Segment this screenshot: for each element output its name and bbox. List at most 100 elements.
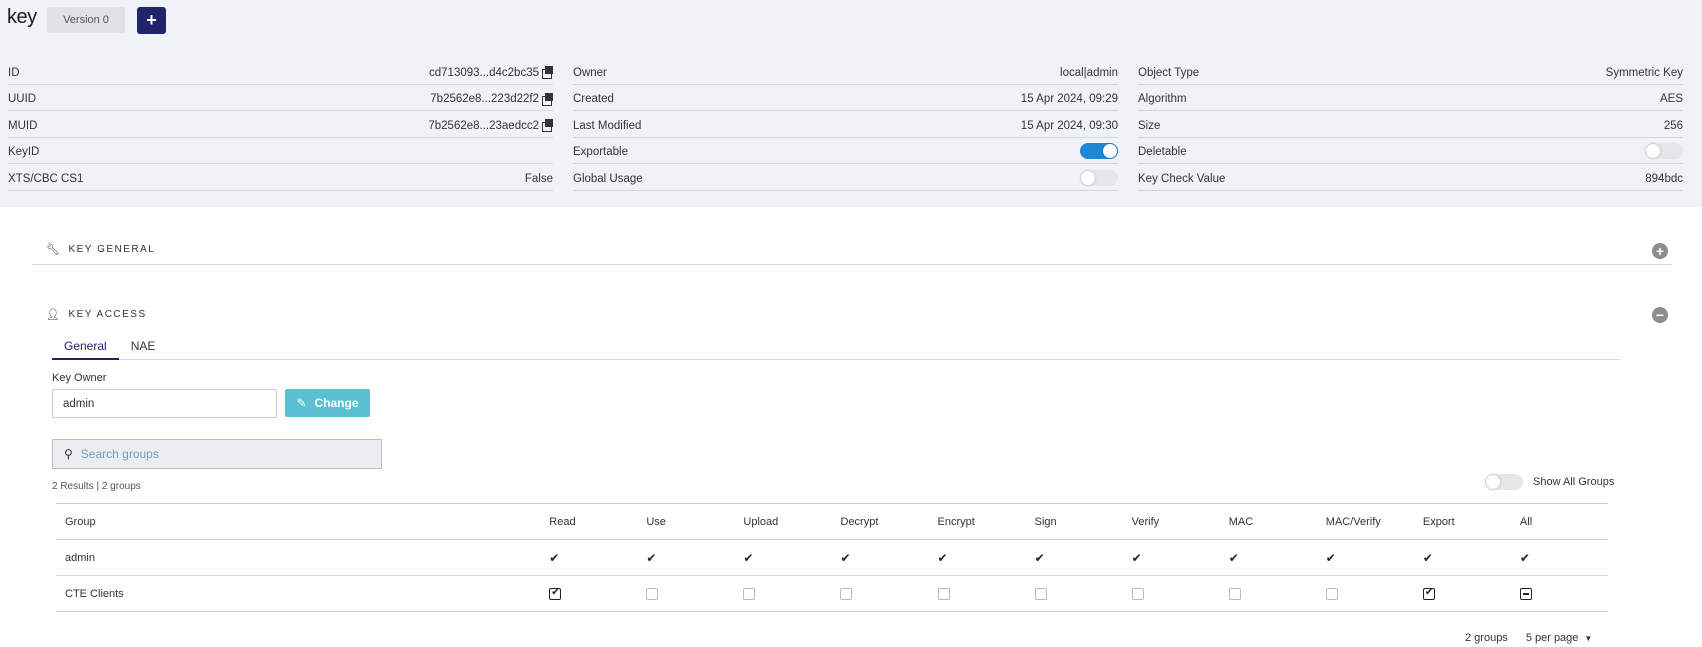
permission-checkbox[interactable] (1034, 587, 1047, 600)
permission-checkbox[interactable] (840, 587, 853, 600)
permission-cell: ✔ (831, 539, 929, 576)
copy-icon[interactable] (542, 66, 553, 79)
property-label: Object Type (1138, 66, 1200, 79)
expand-icon[interactable]: + (1652, 243, 1668, 259)
tab-nae[interactable]: NAE (119, 330, 168, 360)
key-access-section: 👤︎ KEY ACCESS − (32, 300, 1672, 330)
column-header: Encrypt (928, 503, 1026, 540)
copy-icon[interactable] (542, 92, 553, 106)
permission-cell: ✔ (1413, 539, 1511, 576)
property-value: Symmetric Key (1605, 66, 1683, 79)
show-all-groups-toggle[interactable] (1485, 474, 1523, 490)
key-general-title: KEY GENERAL (68, 244, 156, 255)
property-label: Owner (573, 66, 607, 79)
property-row: Algorithm AES (1138, 85, 1683, 111)
page-title: key (7, 6, 37, 28)
permission-checkbox[interactable] (1519, 587, 1532, 600)
properties-column-3: Object Type Symmetric Key Algorithm AES Size… (1138, 58, 1683, 191)
permission-cell (734, 575, 832, 612)
property-value: cd713093...d4c2bc35 (429, 66, 539, 79)
property-label: Exportable (573, 146, 628, 158)
key-general-section[interactable]: 🔧︎ KEY GENERAL + (32, 235, 1672, 265)
permission-checkbox[interactable] (646, 587, 659, 600)
property-label: Size (1138, 119, 1161, 132)
property-row: UUID 7b2562e8...223d22f2 (8, 85, 553, 111)
results-count: 2 Results | 2 groups (52, 481, 141, 492)
tab-general[interactable]: General (52, 330, 119, 360)
add-version-button[interactable]: + (137, 7, 166, 34)
permission-cell: ✔ (540, 539, 638, 576)
groups-table: Group Read Use Upload Decrypt Encrypt Sign Veri… (56, 503, 1608, 612)
check-icon: ✔ (937, 550, 948, 565)
copy-icon[interactable] (542, 119, 553, 132)
permission-cell (540, 575, 638, 612)
property-toggle[interactable] (1645, 143, 1683, 159)
property-label: UUID (8, 93, 37, 105)
property-value: False (524, 172, 553, 185)
permission-cell: ✔ (637, 539, 735, 576)
column-header: All (1510, 503, 1608, 540)
change-owner-button[interactable]: ✎ Change (285, 389, 370, 417)
check-icon: ✔ (1325, 550, 1336, 565)
column-header: MAC (1219, 503, 1317, 540)
check-icon: ✔ (1131, 550, 1142, 565)
permission-checkbox[interactable] (1228, 587, 1241, 600)
property-label: Key Check Value (1138, 172, 1226, 185)
property-label: ID (8, 66, 20, 79)
property-label: MUID (8, 119, 38, 132)
property-value-wrap: cd713093...d4c2bc35 (429, 66, 553, 79)
key-owner-input[interactable] (52, 389, 277, 418)
check-icon: ✔ (743, 550, 754, 565)
property-toggle[interactable] (1080, 143, 1118, 159)
permission-checkbox[interactable] (549, 587, 562, 600)
property-toggle[interactable] (1080, 169, 1118, 186)
permission-checkbox[interactable] (1131, 587, 1144, 600)
property-value: 7b2562e8...223d22f2 (430, 93, 539, 105)
permission-checkbox[interactable] (1422, 587, 1435, 600)
permission-cell: ✔ (1025, 539, 1123, 576)
permission-cell (1122, 575, 1220, 612)
permission-cell (637, 575, 735, 612)
property-row: Key Check Value 894bdc (1138, 164, 1683, 191)
check-icon: ✔ (646, 550, 657, 565)
table-row: CTE Clients (56, 575, 1608, 612)
column-header: Use (637, 503, 735, 540)
property-row: Global Usage (573, 164, 1118, 191)
pagination: 2 groups 5 per page ▼ (1465, 632, 1592, 644)
property-row: KeyID (8, 138, 553, 164)
permission-cell (1510, 575, 1608, 612)
property-value-wrap: 894bdc (1645, 173, 1683, 185)
check-icon: ✔ (1034, 550, 1045, 565)
search-icon: ⚲ (64, 447, 73, 461)
collapse-icon[interactable]: − (1652, 307, 1668, 323)
permission-checkbox[interactable] (743, 587, 756, 600)
per-page-select[interactable]: 5 per page ▼ (1526, 632, 1593, 644)
property-row: ID cd713093...d4c2bc35 (8, 58, 553, 85)
property-value-wrap: 7b2562e8...223d22f2 (430, 92, 553, 106)
key-access-tabs: General NAE (52, 330, 1620, 360)
table-header-row: Group Read Use Upload Decrypt Encrypt Sign Veri… (56, 503, 1608, 540)
property-value: local|admin (1060, 66, 1118, 79)
property-value: 894bdc (1645, 172, 1683, 185)
version-button[interactable]: Version 0 (47, 7, 125, 33)
permission-cell: ✔ (1316, 539, 1414, 576)
permission-checkbox[interactable] (1325, 587, 1338, 600)
check-icon: ✔ (840, 550, 851, 565)
property-value: 7b2562e8...23aedcc2 (428, 119, 539, 132)
pagination-count: 2 groups (1465, 632, 1508, 644)
key-access-title: KEY ACCESS (68, 309, 147, 320)
column-header: Export (1413, 503, 1511, 540)
check-icon: ✔ (1519, 550, 1530, 565)
permission-cell: ✔ (734, 539, 832, 576)
permission-checkbox[interactable] (937, 587, 950, 600)
user-lock-icon: 👤︎ (46, 309, 62, 321)
property-value: AES (1659, 93, 1683, 105)
property-label: Global Usage (573, 172, 643, 185)
column-header: Group (56, 503, 541, 540)
property-value: 15 Apr 2024, 09:30 (1020, 119, 1118, 132)
permission-cell (1316, 575, 1414, 612)
search-input[interactable] (80, 447, 361, 461)
property-value-wrap: 15 Apr 2024, 09:30 (1021, 120, 1118, 132)
column-header: Decrypt (831, 503, 929, 540)
property-label: Deletable (1138, 146, 1187, 158)
